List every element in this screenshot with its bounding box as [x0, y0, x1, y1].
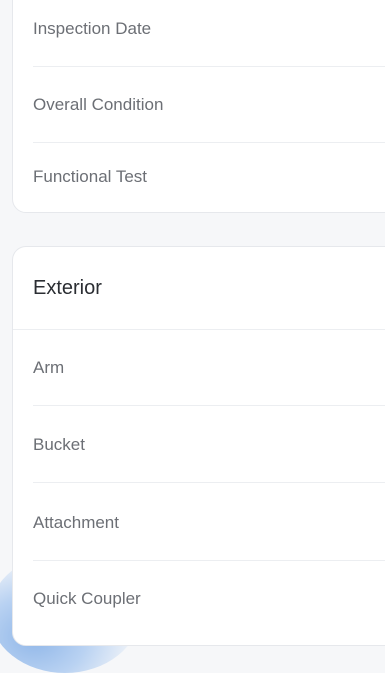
bucket-row[interactable]: Bucket — [33, 407, 385, 483]
row-label: Overall Condition — [33, 94, 164, 114]
arm-row[interactable]: Arm — [33, 330, 385, 406]
section-title: Exterior — [33, 276, 102, 299]
row-label: Bucket — [33, 434, 85, 454]
inspection-card: Inspection Date Overall Condition Functi… — [12, 0, 385, 213]
row-label: Functional Test — [33, 167, 148, 186]
row-label: Attachment — [33, 512, 119, 532]
row-label: Quick Coupler — [33, 589, 141, 608]
exterior-card: Exterior Arm Bucket Attachment Quick Cou… — [12, 246, 385, 646]
row-label: Arm — [33, 357, 65, 377]
attachment-row[interactable]: Attachment — [33, 485, 385, 561]
inspection-date-row[interactable]: Inspection Date — [33, 0, 385, 67]
exterior-section-header: Exterior — [13, 247, 385, 330]
overall-condition-row[interactable]: Overall Condition — [33, 67, 385, 143]
row-label: Inspection Date — [33, 18, 152, 38]
quick-coupler-row[interactable]: Quick Coupler — [33, 561, 385, 637]
functional-test-row[interactable]: Functional Test — [33, 139, 385, 215]
